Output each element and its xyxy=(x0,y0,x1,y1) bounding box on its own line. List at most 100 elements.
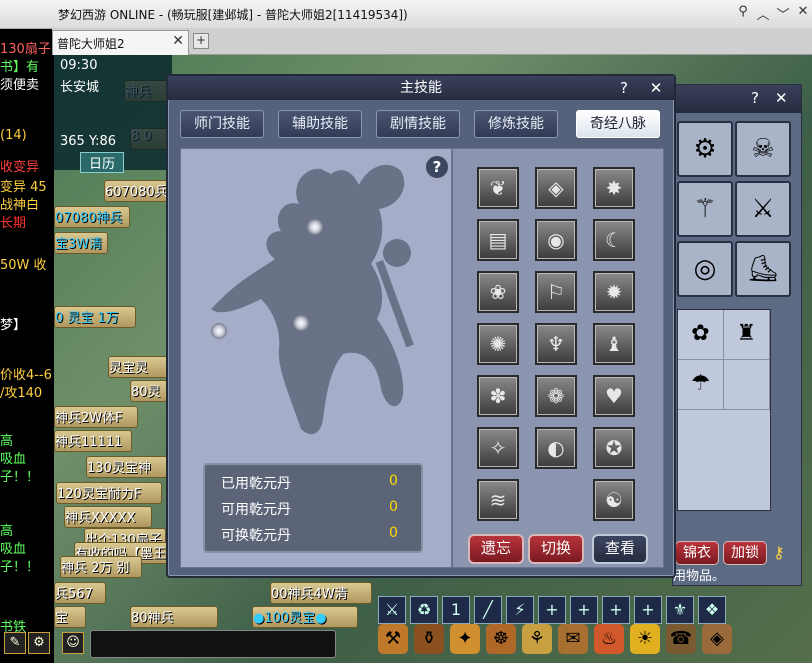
skills-dialog[interactable]: 主技能 ? ✕ 师门技能 辅助技能 剧情技能 修炼技能 奇经八脉 ? 已用乾元丹 0 可… xyxy=(166,74,676,578)
meridian-skill-icon[interactable]: ◉ xyxy=(535,219,577,261)
tab-close-icon[interactable]: ✕ xyxy=(172,33,184,49)
stall-banner[interactable]: 宝 xyxy=(54,606,86,628)
skill-tab-1[interactable]: 师门技能 xyxy=(180,110,264,138)
system-menu-icon[interactable]: ☸ xyxy=(486,624,516,654)
meridian-skill-icon[interactable]: ✽ xyxy=(477,375,519,417)
skill-tab-3[interactable]: 剧情技能 xyxy=(376,110,460,138)
stall-banner[interactable]: 00神兵4W清 xyxy=(270,582,372,604)
stall-banner[interactable]: 兵567 xyxy=(54,582,106,604)
quickslot[interactable]: + xyxy=(570,596,598,624)
quickslot[interactable]: + xyxy=(602,596,630,624)
view-button[interactable]: 查看 xyxy=(592,534,648,564)
stall-banner[interactable]: 神兵2W体F xyxy=(54,406,138,428)
minimize-icon[interactable]: ︿ xyxy=(754,4,772,23)
meridian-skill-icon[interactable]: ☾ xyxy=(593,219,635,261)
switch-button[interactable]: 切换 xyxy=(528,534,584,564)
meridian-skill-icon[interactable]: ▤ xyxy=(477,219,519,261)
quickslot[interactable]: ╱ xyxy=(474,596,502,624)
equipment-slot-icon[interactable]: ⚙ xyxy=(677,121,733,177)
system-menu-icon[interactable]: ⚱ xyxy=(414,624,444,654)
meridian-skill-icon[interactable]: ❀ xyxy=(477,271,519,313)
equipment-slot-icon[interactable]: ⛸ xyxy=(735,241,791,297)
stall-banner[interactable]: 神兵XXXXX xyxy=(64,506,152,528)
meridian-skill-icon[interactable]: ✹ xyxy=(593,271,635,313)
wardrobe-button[interactable]: 锦衣 xyxy=(675,541,719,565)
system-menu-icon[interactable]: ◈ xyxy=(702,624,732,654)
system-menu-icon[interactable]: ⚒ xyxy=(378,624,408,654)
system-menu-icon[interactable]: ✉ xyxy=(558,624,588,654)
quickslot[interactable]: ♻ xyxy=(410,596,438,624)
meridian-skill-icon[interactable]: ◈ xyxy=(535,167,577,209)
quickslot[interactable]: ❖ xyxy=(698,596,726,624)
equipment-slot-icon[interactable]: ⚔ xyxy=(735,181,791,237)
stall-banner[interactable]: 0 灵宝 1万 xyxy=(54,306,136,328)
meridian-skill-icon[interactable]: ≋ xyxy=(477,479,519,521)
stall-banner[interactable]: 灵宝灵 xyxy=(108,356,170,378)
system-menu-icon[interactable]: ⚘ xyxy=(522,624,552,654)
dialog-close-icon[interactable]: ✕ xyxy=(646,78,666,98)
equipment-slot-icon[interactable]: ◎ xyxy=(677,241,733,297)
equipment-slot-icon[interactable]: ⚚ xyxy=(677,181,733,237)
meridian-skill-icon[interactable]: ♝ xyxy=(593,323,635,365)
action-bar[interactable]: ⚔ ♻ 1 ╱ ⚡ + + + + ⚜ ❖ ⚒ ⚱ ✦ ☸ ⚘ ✉ ♨ ☀ ☎ ◈ xyxy=(374,592,812,663)
meridian-skill-icon[interactable]: ♥ xyxy=(593,375,635,417)
calendar-button[interactable]: 日历 xyxy=(80,152,125,173)
stall-banner[interactable]: 神兵 2万 别 xyxy=(60,556,142,578)
inventory-help-icon[interactable]: ? xyxy=(751,89,759,107)
quickslot[interactable]: ⚜ xyxy=(666,596,694,624)
inventory-cell[interactable]: ✿ xyxy=(678,310,724,360)
meridian-skill-icon[interactable]: ✧ xyxy=(477,427,519,469)
quickslot[interactable]: ⚡ xyxy=(506,596,534,624)
stall-banner[interactable]: 130灵宝神 xyxy=(86,456,168,478)
new-tab-button[interactable]: + xyxy=(193,33,209,49)
system-menu-icon[interactable]: ☀ xyxy=(630,624,660,654)
forget-button[interactable]: 遗忘 xyxy=(468,534,524,564)
equipment-slot-icon[interactable]: ☠ xyxy=(735,121,791,177)
inventory-panel[interactable]: ? ✕ ⚙ ☠ ⚚ ⚔ ◎ ⛸ ✿ ♜ ☂ 锦衣 加锁 ⚷ 用物品。 xyxy=(672,84,802,586)
skill-tab-5[interactable]: 奇经八脉 xyxy=(576,110,660,138)
chat-panel[interactable]: 130扇子 书】有 须便卖 (14) 收变异 变异 45 战神白 长期 50W 收梦】 价收4--… xyxy=(0,0,54,663)
quickslot[interactable]: ⚔ xyxy=(378,596,406,624)
lock-button[interactable]: 加锁 xyxy=(723,541,767,565)
tab-game[interactable]: 普陀大师姐2 ✕ xyxy=(52,30,189,55)
skill-tab-4[interactable]: 修炼技能 xyxy=(474,110,558,138)
minimap-hud[interactable]: 09:30 长安城 365 Y:86 日历 xyxy=(54,54,172,173)
key-icon[interactable]: ⚷ xyxy=(773,543,785,562)
meridian-skill-icon[interactable]: ❦ xyxy=(477,167,519,209)
chat-channel-icon[interactable]: ✎ xyxy=(4,632,26,654)
skill-tab-2[interactable]: 辅助技能 xyxy=(278,110,362,138)
chat-settings-icon[interactable]: ⚙ xyxy=(28,632,50,654)
inventory-cell[interactable]: ♜ xyxy=(724,310,770,360)
meridian-point[interactable] xyxy=(211,323,227,339)
inventory-cell[interactable] xyxy=(724,360,770,410)
stall-banner[interactable]: 07080神兵 xyxy=(54,206,130,228)
meridian-skill-icon[interactable]: ✪ xyxy=(593,427,635,469)
meridian-skill-icon[interactable]: ✺ xyxy=(477,323,519,365)
quickslot[interactable]: 1 xyxy=(442,596,470,624)
meridian-skill-icon[interactable]: ◐ xyxy=(535,427,577,469)
inventory-close-icon[interactable]: ✕ xyxy=(775,89,788,107)
stall-banner[interactable]: 80灵 xyxy=(130,380,168,402)
stall-banner[interactable]: 607080兵 xyxy=(104,180,174,202)
stall-banner[interactable]: 宝3W清 xyxy=(54,232,108,254)
inventory-grid[interactable]: ✿ ♜ ☂ xyxy=(677,309,771,511)
stall-banner[interactable]: 神兵11111 xyxy=(54,430,132,452)
stall-banner[interactable]: ●100灵宝● xyxy=(252,606,358,628)
meridian-skill-icon[interactable]: ❁ xyxy=(535,375,577,417)
dialog-help-icon[interactable]: ? xyxy=(614,78,634,98)
meridian-skill-icon[interactable]: ✸ xyxy=(593,167,635,209)
quickslot[interactable]: + xyxy=(538,596,566,624)
stall-banner[interactable]: 120灵宝耐力F xyxy=(56,482,162,504)
inventory-cell[interactable]: ☂ xyxy=(678,360,724,410)
emote-icon[interactable]: ☺ xyxy=(62,632,84,654)
restore-icon[interactable]: ﹀ xyxy=(774,4,792,23)
meridian-point[interactable] xyxy=(293,315,309,331)
quickslot[interactable]: + xyxy=(634,596,662,624)
meridian-skill-icon[interactable]: ♆ xyxy=(535,323,577,365)
stall-banner[interactable]: 80神兵 xyxy=(130,606,218,628)
meridian-skill-icon[interactable]: ⚐ xyxy=(535,271,577,313)
chat-input[interactable] xyxy=(90,630,336,658)
system-menu-icon[interactable]: ♨ xyxy=(594,624,624,654)
meridian-skill-icon[interactable]: ☯ xyxy=(593,479,635,521)
pin-icon[interactable]: ⚲ xyxy=(734,4,752,19)
